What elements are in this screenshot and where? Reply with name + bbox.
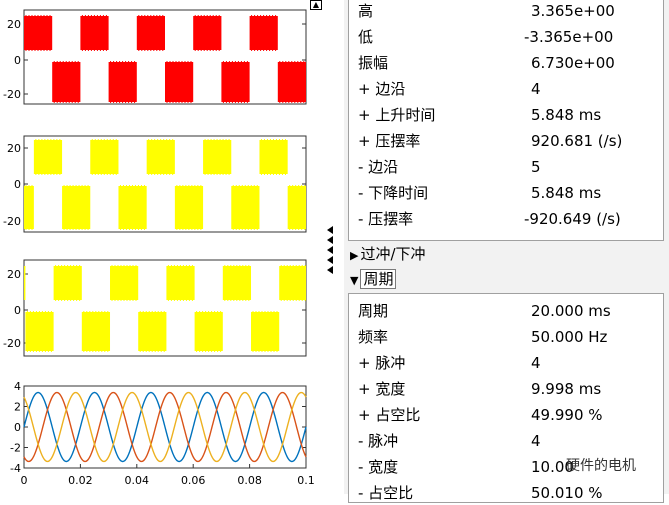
y-tick-label: 20 bbox=[7, 268, 21, 281]
measurement-label: - 压摆率 bbox=[358, 210, 414, 228]
measurement-row: 周期 20.000 ms bbox=[358, 299, 658, 323]
splitter-arrow-icon[interactable] bbox=[327, 256, 333, 264]
measurement-value: 9.998 ms bbox=[531, 380, 602, 398]
measurement-row: + 压摆率 920.681 (/s) bbox=[358, 129, 658, 153]
x-tick-label: 0.08 bbox=[237, 474, 262, 487]
y-tick-label: 20 bbox=[7, 18, 21, 31]
measurement-row: + 宽度 9.998 ms bbox=[358, 377, 658, 401]
measurement-label: - 下降时间 bbox=[358, 184, 429, 202]
y-tick-label: 20 bbox=[7, 142, 21, 155]
measurement-value: 4 bbox=[531, 80, 541, 98]
measurement-label: - 脉冲 bbox=[358, 432, 399, 450]
x-tick-label: 0.06 bbox=[181, 474, 206, 487]
y-tick-label: 4 bbox=[14, 380, 21, 393]
scope-plots-area: 20 0 -20 20 0 -20 20 0 -20 4 2 0 -2 -4 0 0.02 0.04 0.0… bbox=[0, 0, 322, 494]
period-section-header[interactable]: ▼ 周期 bbox=[350, 268, 397, 292]
measurement-value: 4 bbox=[531, 432, 541, 450]
measurement-label: + 宽度 bbox=[358, 380, 406, 398]
x-tick-label: 0.02 bbox=[68, 474, 93, 487]
measurement-label: + 占空比 bbox=[358, 406, 421, 424]
collapse-arrow-icon[interactable]: ▼ bbox=[350, 274, 358, 287]
measurement-value: 50.010 % bbox=[531, 484, 603, 502]
measurement-row: + 上升时间 5.848 ms bbox=[358, 103, 658, 127]
x-tick-label: 0.1 bbox=[297, 474, 315, 487]
measurement-value: 49.990 % bbox=[531, 406, 603, 424]
measurement-label: 周期 bbox=[358, 302, 389, 320]
splitter-arrow-icon[interactable] bbox=[327, 266, 333, 274]
edge-measurements-table: 高 3.365e+00 低 -3.365e+00 振幅 6.730e+00 + … bbox=[348, 0, 664, 241]
measurement-row: + 占空比 49.990 % bbox=[358, 403, 658, 427]
measurement-row: 频率 50.000 Hz bbox=[358, 325, 658, 349]
plot-3[interactable]: 20 0 -20 bbox=[0, 258, 322, 360]
y-tick-label: -4 bbox=[10, 462, 21, 475]
measurement-value: -920.649 (/s) bbox=[524, 210, 621, 228]
measurement-row: - 压摆率 -920.649 (/s) bbox=[358, 207, 658, 231]
measurement-label: + 边沿 bbox=[358, 80, 406, 98]
y-tick-label: 0 bbox=[14, 304, 21, 317]
measurement-row: - 脉冲 4 bbox=[358, 429, 658, 453]
overshoot-header-label: 过冲/下冲 bbox=[360, 245, 426, 263]
measurement-value: 5.848 ms bbox=[531, 184, 602, 202]
plot-4-sine[interactable]: 420-2-40 0.02 0.04 0.06 0.08 0.1 bbox=[0, 380, 322, 487]
pwm-pulse bbox=[24, 266, 26, 300]
measurement-row: - 边沿 5 bbox=[358, 155, 658, 179]
measurement-value: 3.365e+00 bbox=[531, 2, 615, 20]
measurement-label: 低 bbox=[358, 28, 374, 46]
measurement-label: + 脉冲 bbox=[358, 354, 406, 372]
x-tick-label: 0 bbox=[21, 474, 28, 487]
panel-splitter[interactable] bbox=[322, 0, 344, 494]
measurement-value: 920.681 (/s) bbox=[531, 132, 623, 150]
y-tick-label: 0 bbox=[14, 421, 21, 434]
y-tick-label: -2 bbox=[10, 442, 21, 455]
y-tick-label: -20 bbox=[3, 337, 21, 350]
measurement-row: + 脉冲 4 bbox=[358, 351, 658, 375]
measurement-row: - 下降时间 5.848 ms bbox=[358, 181, 658, 205]
plot-1[interactable]: 20 0 -20 bbox=[0, 8, 322, 108]
measurement-label: 振幅 bbox=[358, 54, 389, 72]
y-tick-label: -20 bbox=[3, 215, 21, 228]
measurement-label: 频率 bbox=[358, 328, 389, 346]
plot-2[interactable]: 20 0 -20 bbox=[0, 134, 322, 236]
measurements-panel: 高 3.365e+00 低 -3.365e+00 振幅 6.730e+00 + … bbox=[344, 0, 669, 503]
measurement-label: + 压摆率 bbox=[358, 132, 421, 150]
splitter-arrow-icon[interactable] bbox=[327, 236, 333, 244]
measurement-value: 50.000 Hz bbox=[531, 328, 608, 346]
measurement-row: 高 3.365e+00 bbox=[358, 0, 658, 23]
watermark-text: 硬件的电机 bbox=[566, 458, 636, 474]
period-header-label: 周期 bbox=[360, 269, 397, 289]
overshoot-section-header[interactable]: ▶ 过冲/下冲 bbox=[350, 243, 426, 267]
measurement-value: 5 bbox=[531, 158, 541, 176]
measurement-label: - 宽度 bbox=[358, 458, 399, 476]
measurement-value: 5.848 ms bbox=[531, 106, 602, 124]
measurement-row: 振幅 6.730e+00 bbox=[358, 51, 658, 75]
measurement-label: - 边沿 bbox=[358, 158, 399, 176]
measurement-row: + 边沿 4 bbox=[358, 77, 658, 101]
splitter-arrow-icon[interactable] bbox=[327, 246, 333, 254]
x-tick-label: 0.04 bbox=[125, 474, 150, 487]
measurement-value: 6.730e+00 bbox=[531, 54, 615, 72]
y-tick-label: 2 bbox=[14, 401, 21, 414]
measurement-value: 4 bbox=[531, 354, 541, 372]
expand-arrow-icon[interactable]: ▶ bbox=[350, 249, 358, 262]
y-tick-label: 0 bbox=[14, 178, 21, 191]
measurement-row: 低 -3.365e+00 bbox=[358, 25, 658, 49]
y-tick-label: 0 bbox=[14, 54, 21, 67]
measurement-label: 高 bbox=[358, 2, 374, 20]
measurement-row: - 占空比 50.010 % bbox=[358, 481, 658, 505]
measurement-value: 20.000 ms bbox=[531, 302, 611, 320]
pwm-pulse bbox=[287, 186, 306, 229]
measurement-label: + 上升时间 bbox=[358, 106, 436, 124]
y-tick-label: -20 bbox=[3, 88, 21, 101]
splitter-arrow-icon[interactable] bbox=[327, 226, 333, 234]
measurement-label: - 占空比 bbox=[358, 484, 414, 502]
measurement-value: -3.365e+00 bbox=[524, 28, 614, 46]
expand-window-icon[interactable]: ▲ bbox=[310, 0, 322, 10]
